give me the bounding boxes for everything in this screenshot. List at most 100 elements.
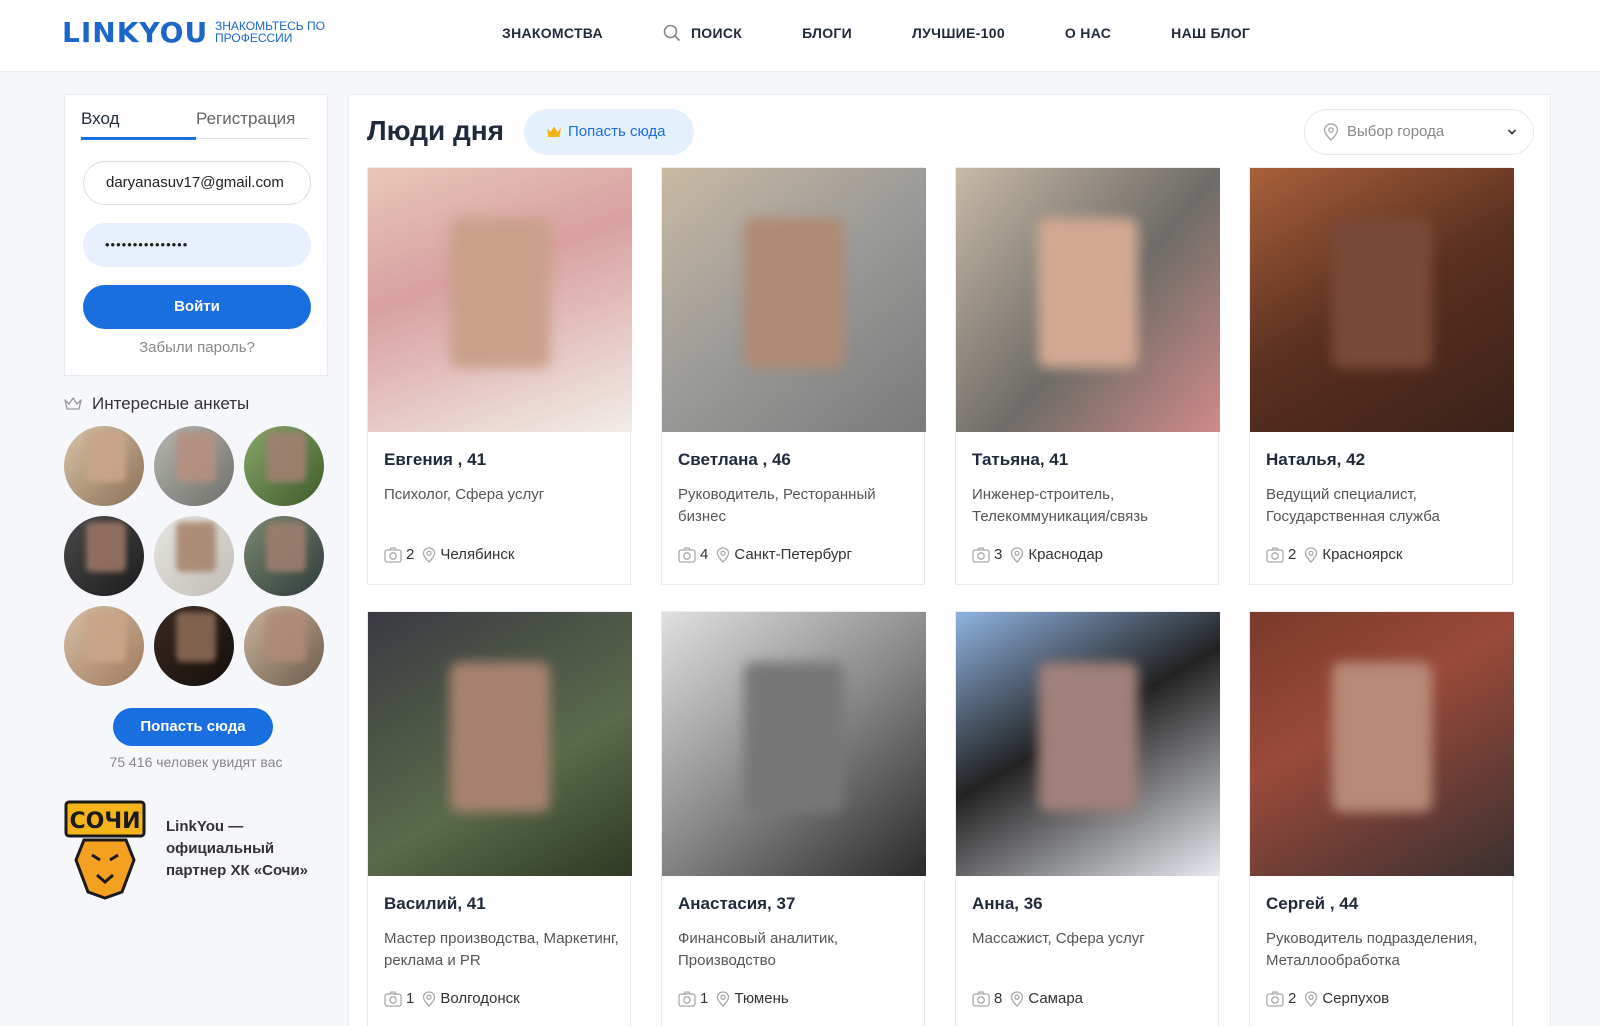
photo-count: 2 (1288, 990, 1297, 1007)
profile-card[interactable]: Светлана , 46 Руководитель, Ресторанный … (661, 167, 926, 585)
profile-photo (956, 612, 1220, 876)
password-field[interactable]: ••••••••••••••• (83, 223, 311, 267)
profile-city: Тюмень (734, 990, 789, 1007)
nav-top-100[interactable]: ЛУЧШИЕ-100 (912, 25, 1005, 41)
login-card: Вход Регистрация daryanasuv17@gmail.com … (64, 94, 328, 376)
profile-card[interactable]: Сергей , 44 Руководитель подразделения, … (1249, 611, 1514, 1026)
site-logo[interactable]: LINKYOU (62, 16, 208, 49)
header: LINKYOU Знакомьтесь по профессии ЗНАКОМС… (0, 0, 1600, 72)
profile-photo (368, 612, 632, 876)
profile-meta: 4 Санкт-Петербург (678, 546, 852, 563)
profile-photo (956, 168, 1220, 432)
profile-name: Наталья, 42 (1266, 450, 1366, 469)
crown-outline-icon (64, 397, 82, 410)
profile-avatar[interactable] (154, 606, 234, 686)
profile-name: Сергей , 44 (1266, 894, 1359, 913)
profile-name: Василий, 41 (384, 894, 486, 913)
location-pin-icon (717, 546, 730, 563)
login-button[interactable]: Войти (83, 285, 311, 329)
profile-avatar[interactable] (154, 426, 234, 506)
profile-avatar[interactable] (244, 426, 324, 506)
interesting-profiles-heading: Интересные анкеты (64, 394, 249, 414)
search-icon (663, 24, 681, 42)
photo-count: 3 (994, 546, 1003, 563)
profile-avatar[interactable] (244, 516, 324, 596)
nav-search[interactable]: ПОИСК (663, 24, 742, 42)
email-field[interactable]: daryanasuv17@gmail.com (83, 161, 311, 205)
camera-icon (972, 546, 990, 563)
profile-city: Самара (1028, 990, 1084, 1007)
sochi-logo-text: СОЧИ (69, 809, 140, 834)
profile-name: Светлана , 46 (678, 450, 791, 469)
city-select-placeholder: Выбор города (1347, 123, 1445, 140)
profile-city: Волгодонск (440, 990, 520, 1007)
get-here-pill-button[interactable]: Попасть сюда (524, 109, 694, 155)
chevron-down-icon (1507, 129, 1517, 135)
photo-count: 1 (700, 990, 709, 1007)
profile-city: Санкт-Петербург (734, 546, 852, 563)
profile-card[interactable]: Татьяна, 41 Инженер-строитель, Телекомму… (955, 167, 1220, 585)
nav-our-blog[interactable]: НАШ БЛОГ (1171, 25, 1250, 41)
nav-blogs[interactable]: БЛОГИ (802, 25, 852, 41)
nav-about[interactable]: О НАС (1065, 25, 1111, 41)
page-title: Люди дня (367, 115, 504, 146)
profile-card[interactable]: Василий, 41 Мастер производства, Маркети… (367, 611, 632, 1026)
partner-text: LinkYou — официальный партнер ХК «Сочи» (166, 818, 309, 879)
profile-card[interactable]: Анна, 36 Массажист, Сфера услуг 8 Самара (955, 611, 1220, 1026)
camera-icon (384, 546, 402, 563)
camera-icon (972, 990, 990, 1007)
profile-meta: 3 Краснодар (972, 546, 1103, 563)
location-pin-icon (1305, 546, 1318, 563)
tab-login[interactable]: Вход (81, 109, 119, 129)
tab-register[interactable]: Регистрация (196, 109, 295, 129)
main-nav: ЗНАКОМСТВА ПОИСК БЛОГИ ЛУЧШИЕ-100 О НАС … (502, 24, 1310, 42)
profile-profession: Руководитель подразделения, Металлообраб… (1266, 930, 1478, 969)
profile-meta: 2 Челябинск (384, 546, 514, 563)
profile-avatar[interactable] (244, 606, 324, 686)
profile-avatar[interactable] (64, 426, 144, 506)
site-tagline: Знакомьтесь по профессии (215, 19, 325, 45)
profile-photo (368, 168, 632, 432)
viewers-count: 75 416 человек увидят вас (109, 754, 283, 770)
nav-search-label: ПОИСК (690, 25, 743, 41)
photo-count: 2 (1288, 546, 1297, 563)
profile-avatar[interactable] (64, 606, 144, 686)
profile-profession: Массажист, Сфера услуг (972, 930, 1145, 947)
camera-icon (1266, 546, 1284, 563)
tab-active-indicator (81, 137, 196, 140)
profile-card[interactable]: Евгения , 41 Психолог, Сфера услуг 2 Чел… (367, 167, 632, 585)
city-select[interactable]: Выбор города (1304, 109, 1534, 155)
profile-photo (662, 612, 926, 876)
profile-city: Серпухов (1322, 990, 1390, 1007)
crown-icon (547, 126, 561, 137)
get-featured-button[interactable]: Попасть сюда (113, 708, 273, 746)
profile-meta: 1 Волгодонск (384, 990, 520, 1007)
profile-name: Анастасия, 37 (678, 894, 796, 913)
profile-meta: 2 Красноярск (1266, 546, 1402, 563)
profile-meta: 1 Тюмень (678, 990, 789, 1007)
location-pin-icon (1323, 123, 1339, 141)
camera-icon (1266, 990, 1284, 1007)
location-pin-icon (423, 546, 436, 563)
profile-profession: Руководитель, Ресторанный бизнес (678, 486, 876, 525)
hc-sochi-logo[interactable]: СОЧИ (64, 800, 146, 900)
forgot-password-link[interactable]: Забыли пароль? (83, 339, 311, 356)
auth-tabs: Вход Регистрация (81, 109, 309, 140)
profile-card[interactable]: Наталья, 42 Ведущий специалист, Государс… (1249, 167, 1514, 585)
profile-name: Евгения , 41 (384, 450, 487, 469)
photo-count: 2 (406, 546, 415, 563)
profile-profession: Психолог, Сфера услуг (384, 486, 545, 503)
profile-meta: 8 Самара (972, 990, 1083, 1007)
profile-meta: 2 Серпухов (1266, 990, 1389, 1007)
profile-photo (1250, 612, 1514, 876)
profile-card[interactable]: Анастасия, 37 Финансовый аналитик, Произ… (661, 611, 926, 1026)
profile-avatar[interactable] (154, 516, 234, 596)
people-of-the-day-panel: Люди дня Попасть сюда Выбор города Евген… (348, 94, 1551, 1026)
location-pin-icon (1011, 546, 1024, 563)
profile-city: Краснодар (1028, 546, 1103, 563)
profile-avatar[interactable] (64, 516, 144, 596)
profile-profession: Финансовый аналитик, Производство (678, 930, 839, 969)
nav-dating[interactable]: ЗНАКОМСТВА (502, 25, 603, 41)
camera-icon (678, 546, 696, 563)
profile-profession: Инженер-строитель, Телекоммуникация/связ… (972, 486, 1148, 525)
